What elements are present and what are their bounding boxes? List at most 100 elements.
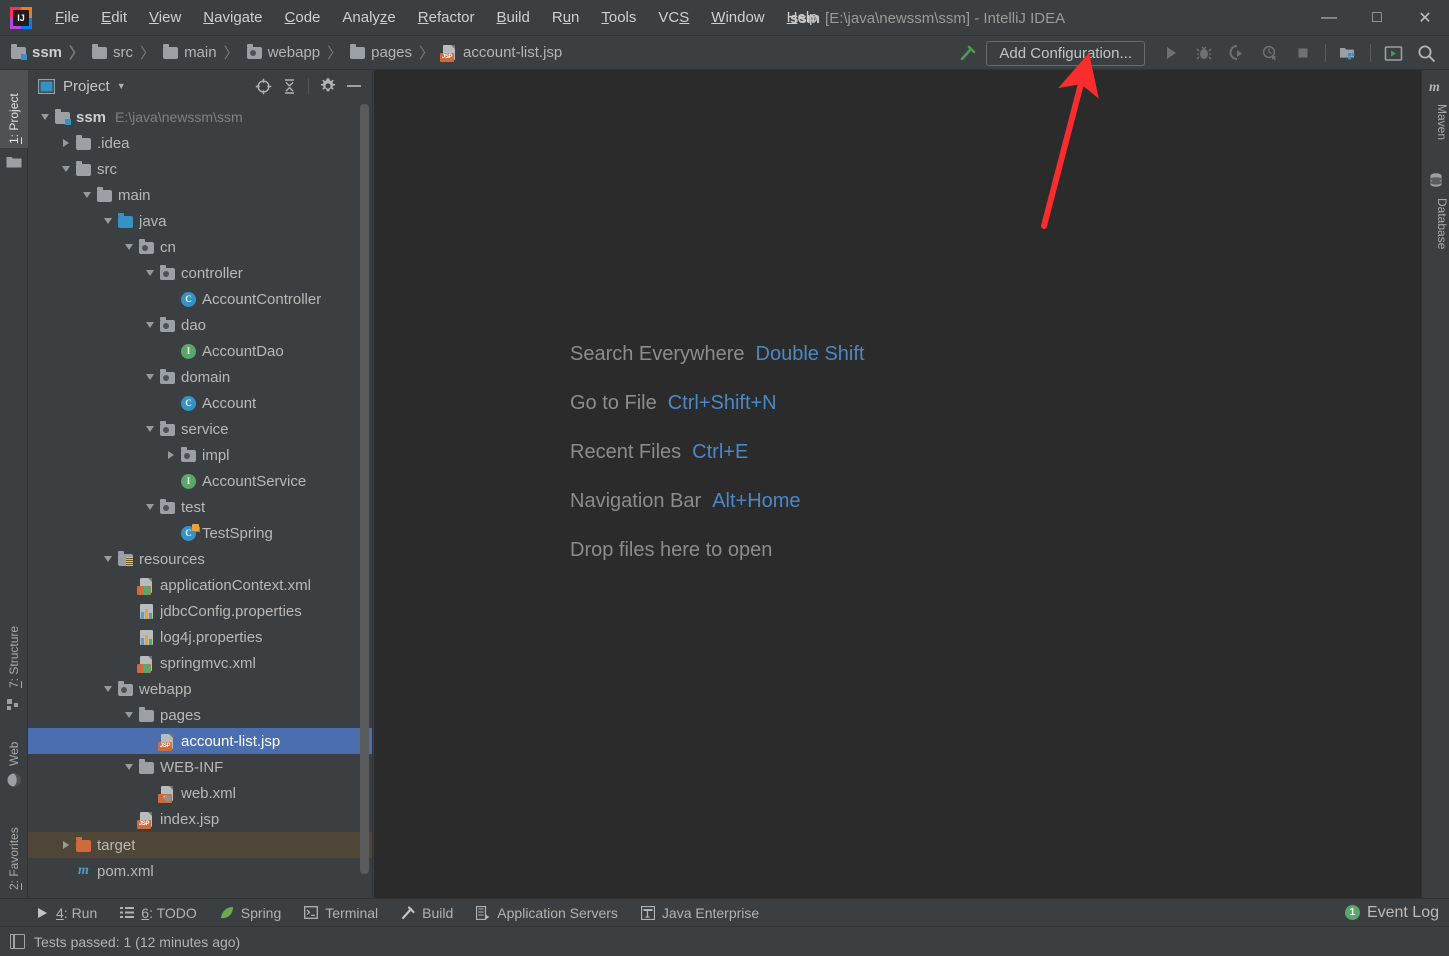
build-hammer-icon[interactable]: [953, 40, 983, 66]
menu-item-vcs[interactable]: VCS: [647, 6, 700, 29]
bottom-tab-java-enterprise[interactable]: Java Enterprise: [640, 905, 759, 921]
menu-item-edit[interactable]: Edit: [90, 6, 138, 29]
tree-node-testspring[interactable]: C TestSpring: [28, 520, 372, 546]
project-tree[interactable]: ssm E:\java\newssm\ssm .idea src main java cn c…: [28, 102, 372, 908]
console-icon[interactable]: [1378, 40, 1408, 66]
menu-item-run[interactable]: Run: [541, 6, 591, 29]
tree-node-cn[interactable]: cn: [28, 234, 372, 260]
chevron-down-icon[interactable]: [143, 370, 157, 384]
bottom-tab-terminal[interactable]: Terminal: [303, 905, 378, 921]
tree-node-accountdao[interactable]: I AccountDao: [28, 338, 372, 364]
hide-panel-icon[interactable]: [342, 74, 366, 98]
stop-icon[interactable]: [1288, 40, 1318, 66]
sidebar-tab-maven[interactable]: Maven: [1421, 100, 1449, 154]
sidebar-tab-project[interactable]: 1: Project: [0, 70, 28, 148]
tree-node-springmvc-xml[interactable]: springmvc.xml: [28, 650, 372, 676]
chevron-down-icon[interactable]: [122, 240, 136, 254]
tree-node-controller[interactable]: controller: [28, 260, 372, 286]
tree-node-pom-xml[interactable]: m pom.xml: [28, 858, 372, 884]
close-button[interactable]: ✕: [1401, 0, 1449, 36]
bottom-tab-spring[interactable]: Spring: [219, 905, 281, 921]
tree-node-accountcontroller[interactable]: C AccountController: [28, 286, 372, 312]
chevron-right-icon[interactable]: [59, 136, 73, 150]
tree-node-accountservice[interactable]: I AccountService: [28, 468, 372, 494]
event-log-button[interactable]: 1 Event Log: [1344, 904, 1439, 922]
bottom-tab-run[interactable]: 4: Run: [34, 905, 97, 921]
tree-node-account[interactable]: C Account: [28, 390, 372, 416]
chevron-down-icon[interactable]: [101, 682, 115, 696]
debug-icon[interactable]: [1189, 40, 1219, 66]
chevron-down-icon[interactable]: [122, 760, 136, 774]
chevron-right-icon[interactable]: [164, 448, 178, 462]
tree-node-test[interactable]: test: [28, 494, 372, 520]
tree-node-index-jsp[interactable]: JSP index.jsp: [28, 806, 372, 832]
sidebar-tab-database[interactable]: Database: [1421, 194, 1449, 270]
chevron-down-icon[interactable]: [143, 318, 157, 332]
menu-item-code[interactable]: Code: [274, 6, 332, 29]
tree-node-resources[interactable]: resources: [28, 546, 372, 572]
breadcrumb-item-ssm[interactable]: ssm 〉: [10, 42, 91, 63]
collapse-all-icon[interactable]: [277, 74, 301, 98]
sidebar-tab-favorites[interactable]: 2: Favorites: [0, 798, 28, 894]
breadcrumb-item-account-list-jsp[interactable]: JSP account-list.jsp: [440, 44, 562, 62]
gear-icon[interactable]: [316, 74, 340, 98]
menu-item-tools[interactable]: Tools: [590, 6, 647, 29]
search-icon[interactable]: [1411, 40, 1441, 66]
bottom-tab-build[interactable]: Build: [400, 905, 453, 921]
chevron-right-icon[interactable]: [59, 838, 73, 852]
locate-target-icon[interactable]: [251, 74, 275, 98]
tree-node-src[interactable]: src: [28, 156, 372, 182]
breadcrumb-item-main[interactable]: main 〉: [162, 42, 246, 63]
tree-node-main[interactable]: main: [28, 182, 372, 208]
add-configuration-button[interactable]: Add Configuration...: [986, 40, 1145, 66]
editor-empty-area[interactable]: Search Everywhere Double Shift Go to File C…: [374, 70, 1421, 908]
tree-node-webapp[interactable]: webapp: [28, 676, 372, 702]
chevron-down-icon[interactable]: [143, 500, 157, 514]
tree-node-service[interactable]: service: [28, 416, 372, 442]
chevron-down-icon[interactable]: [101, 214, 115, 228]
scrollbar-thumb[interactable]: [360, 104, 369, 874]
run-icon[interactable]: [1156, 40, 1186, 66]
menu-item-navigate[interactable]: Navigate: [192, 6, 273, 29]
chevron-down-icon[interactable]: [143, 422, 157, 436]
maximize-button[interactable]: □: [1353, 0, 1401, 36]
menu-item-file[interactable]: File: [44, 6, 90, 29]
chevron-down-icon[interactable]: ▼: [117, 81, 126, 91]
chevron-down-icon[interactable]: [38, 110, 52, 124]
tree-node-web-xml[interactable]: < web.xml: [28, 780, 372, 806]
sidebar-tab-structure[interactable]: 7: Structure: [0, 600, 28, 692]
tree-node-pages[interactable]: pages: [28, 702, 372, 728]
breadcrumb-item-pages[interactable]: pages 〉: [349, 42, 441, 63]
tree-node-target[interactable]: target: [28, 832, 372, 858]
bottom-tab-todo[interactable]: 6: TODO: [119, 905, 197, 921]
project-tree-scrollbar[interactable]: [360, 104, 369, 904]
breadcrumb-item-webapp[interactable]: webapp 〉: [246, 42, 350, 63]
menu-item-window[interactable]: Window: [700, 6, 775, 29]
tree-node-ssm[interactable]: ssm E:\java\newssm\ssm: [28, 104, 372, 130]
minimize-button[interactable]: —: [1305, 0, 1353, 36]
profiler-icon[interactable]: [1255, 40, 1285, 66]
tree-node--idea[interactable]: .idea: [28, 130, 372, 156]
bottom-tab-application-servers[interactable]: Application Servers: [475, 905, 618, 921]
menu-item-analyze[interactable]: Analyze: [331, 6, 406, 29]
menu-item-refactor[interactable]: Refactor: [407, 6, 486, 29]
menu-item-build[interactable]: Build: [485, 6, 540, 29]
chevron-down-icon[interactable]: [143, 266, 157, 280]
tree-node-java[interactable]: java: [28, 208, 372, 234]
tree-node-web-inf[interactable]: WEB-INF: [28, 754, 372, 780]
chevron-down-icon[interactable]: [101, 552, 115, 566]
sidebar-tab-web[interactable]: Web: [0, 722, 28, 770]
tree-node-applicationcontext-xml[interactable]: applicationContext.xml: [28, 572, 372, 598]
project-structure-icon[interactable]: [1333, 40, 1363, 66]
tree-node-domain[interactable]: domain: [28, 364, 372, 390]
tree-node-dao[interactable]: dao: [28, 312, 372, 338]
chevron-down-icon[interactable]: [80, 188, 94, 202]
chevron-down-icon[interactable]: [59, 162, 73, 176]
chevron-down-icon[interactable]: [122, 708, 136, 722]
run-with-coverage-icon[interactable]: [1222, 40, 1252, 66]
tree-node-log4j-properties[interactable]: log4j.properties: [28, 624, 372, 650]
menu-item-view[interactable]: View: [138, 6, 192, 29]
tree-node-jdbcconfig-properties[interactable]: jdbcConfig.properties: [28, 598, 372, 624]
tree-node-account-list-jsp[interactable]: JSP account-list.jsp: [28, 728, 372, 754]
tree-node-impl[interactable]: impl: [28, 442, 372, 468]
